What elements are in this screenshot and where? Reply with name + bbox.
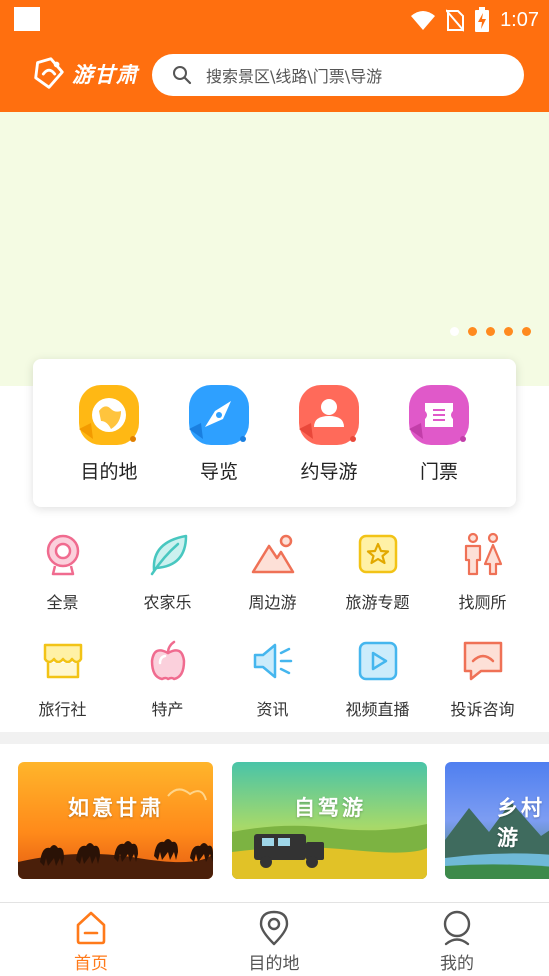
ticket-icon [409, 385, 469, 445]
grid-item-label: 旅行社 [38, 700, 87, 719]
quick-item-label: 目的地 [80, 461, 138, 483]
carousel-dot[interactable] [450, 327, 459, 336]
app-logo[interactable]: 游甘肃 [30, 54, 138, 94]
quick-item-label: 导览 [199, 461, 238, 483]
promo-card-rural-tour[interactable]: 乡村游 [445, 762, 549, 879]
quick-item-book-guide[interactable]: 约导游 [274, 383, 384, 484]
grid-item-video-live[interactable]: 视频直播 [325, 639, 430, 720]
bottom-navigation: 首页 目的地 我的 [0, 902, 549, 976]
promo-card-self-drive[interactable]: 自驾游 [232, 762, 427, 879]
star-badge-icon [358, 534, 397, 574]
compass-icon [189, 385, 249, 445]
quick-entry-card: 目的地 导览 约导游 门票 [33, 359, 516, 507]
carousel-indicator [450, 327, 531, 336]
panorama-camera-icon [46, 534, 79, 576]
quick-item-destination[interactable]: 目的地 [54, 383, 164, 484]
wifi-icon [411, 11, 436, 30]
nav-tab-destination[interactable]: 目的地 [224, 909, 324, 974]
nav-tab-home[interactable]: 首页 [41, 909, 141, 974]
section-divider [0, 732, 549, 744]
grid-item-panorama[interactable]: 全景 [10, 532, 115, 613]
search-icon [173, 66, 192, 85]
carousel-dot[interactable] [468, 327, 477, 336]
complaint-chat-icon [463, 641, 502, 681]
battery-charging-icon [475, 7, 490, 32]
banner-carousel[interactable] [0, 112, 549, 386]
shop-awning-icon [43, 643, 82, 679]
carousel-dot[interactable] [504, 327, 513, 336]
status-bar: 1:07 [0, 0, 549, 40]
logo-mark-icon [34, 57, 64, 89]
grid-item-complaint[interactable]: 投诉咨询 [430, 639, 535, 720]
grid-item-label: 特产 [151, 700, 184, 719]
nav-tab-label: 我的 [440, 954, 474, 974]
nav-tab-profile[interactable]: 我的 [407, 909, 507, 974]
grid-item-label: 资讯 [256, 700, 289, 719]
status-icons: 1:07 [410, 6, 539, 34]
quick-item-tickets[interactable]: 门票 [384, 383, 494, 484]
search-placeholder: 搜索景区\线路\门票\导游 [206, 67, 383, 86]
no-sim-icon [446, 9, 465, 32]
grid-item-find-restroom[interactable]: 找厕所 [430, 532, 535, 613]
grid-item-farm-stay[interactable]: 农家乐 [115, 532, 220, 613]
globe-icon [79, 385, 139, 445]
grid-item-label: 旅游专题 [345, 593, 410, 612]
grid-item-label: 视频直播 [345, 700, 410, 719]
promo-title: 乡村游 [497, 796, 545, 850]
promo-title: 自驾游 [294, 796, 366, 820]
quick-item-label: 门票 [419, 461, 458, 483]
grid-item-specialty[interactable]: 特产 [115, 639, 220, 720]
search-bar[interactable]: 搜索景区\线路\门票\导游 [152, 54, 524, 96]
location-pin-icon [259, 910, 289, 946]
leaf-icon [150, 534, 187, 576]
promo-title: 如意甘肃 [68, 796, 164, 820]
user-icon [443, 910, 471, 946]
grid-item-label: 全景 [46, 593, 79, 612]
apple-icon [150, 640, 185, 681]
home-icon [76, 911, 106, 945]
grid-item-label: 农家乐 [143, 593, 192, 612]
app-header: 游甘肃 搜索景区\线路\门票\导游 [0, 40, 549, 112]
notification-icon [14, 7, 40, 31]
grid-item-label: 找厕所 [458, 593, 507, 612]
promo-card-ruyi-gansu[interactable]: 如意甘肃 [18, 762, 213, 879]
play-video-icon [358, 641, 397, 681]
nav-tab-label: 目的地 [248, 954, 300, 974]
person-icon [299, 385, 359, 445]
quick-item-label: 约导游 [300, 461, 358, 483]
carousel-dot[interactable] [522, 327, 531, 336]
mountain-icon [251, 534, 294, 574]
clock: 1:07 [500, 8, 539, 31]
grid-item-label: 投诉咨询 [450, 700, 515, 719]
carousel-dot[interactable] [486, 327, 495, 336]
restroom-icon [464, 532, 502, 576]
grid-item-nearby-tour[interactable]: 周边游 [220, 532, 325, 613]
grid-item-travel-agency[interactable]: 旅行社 [10, 639, 115, 720]
grid-item-news[interactable]: 资讯 [220, 639, 325, 720]
logo-text: 游甘肃 [72, 63, 138, 87]
speaker-icon [253, 643, 292, 679]
grid-item-travel-topics[interactable]: 旅游专题 [325, 532, 430, 613]
grid-item-label: 周边游 [248, 593, 297, 612]
nav-tab-label: 首页 [74, 954, 108, 974]
quick-item-guide-map[interactable]: 导览 [164, 383, 274, 484]
